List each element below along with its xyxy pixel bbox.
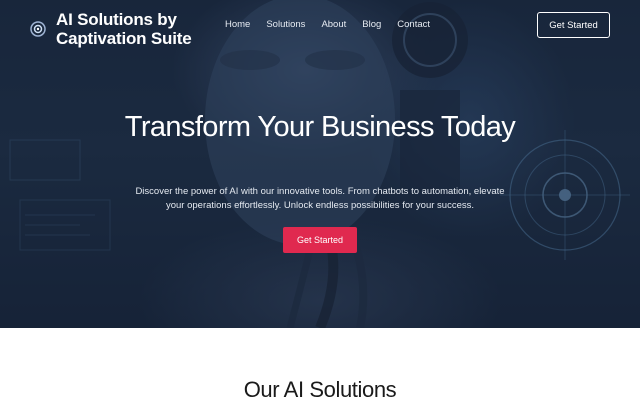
logo-icon	[30, 21, 46, 37]
hero-section: AI Solutions by Captivation Suite Home S…	[0, 0, 640, 328]
nav-blog[interactable]: Blog	[362, 19, 381, 30]
nav-about[interactable]: About	[321, 19, 346, 30]
hero-get-started-button[interactable]: Get Started	[283, 227, 357, 253]
main-nav: Home Solutions About Blog Contact	[225, 19, 430, 30]
hero-subtext: Discover the power of AI with our innova…	[135, 186, 505, 211]
nav-solutions[interactable]: Solutions	[266, 19, 305, 30]
header-get-started-button[interactable]: Get Started	[537, 12, 610, 38]
logo-text: AI Solutions by Captivation Suite	[56, 10, 192, 48]
nav-home[interactable]: Home	[225, 19, 250, 30]
logo[interactable]: AI Solutions by Captivation Suite	[30, 10, 206, 48]
nav-contact[interactable]: Contact	[397, 19, 430, 30]
ai-robot-woman-image	[0, 0, 640, 328]
hero-headline: Transform Your Business Today	[124, 111, 516, 143]
